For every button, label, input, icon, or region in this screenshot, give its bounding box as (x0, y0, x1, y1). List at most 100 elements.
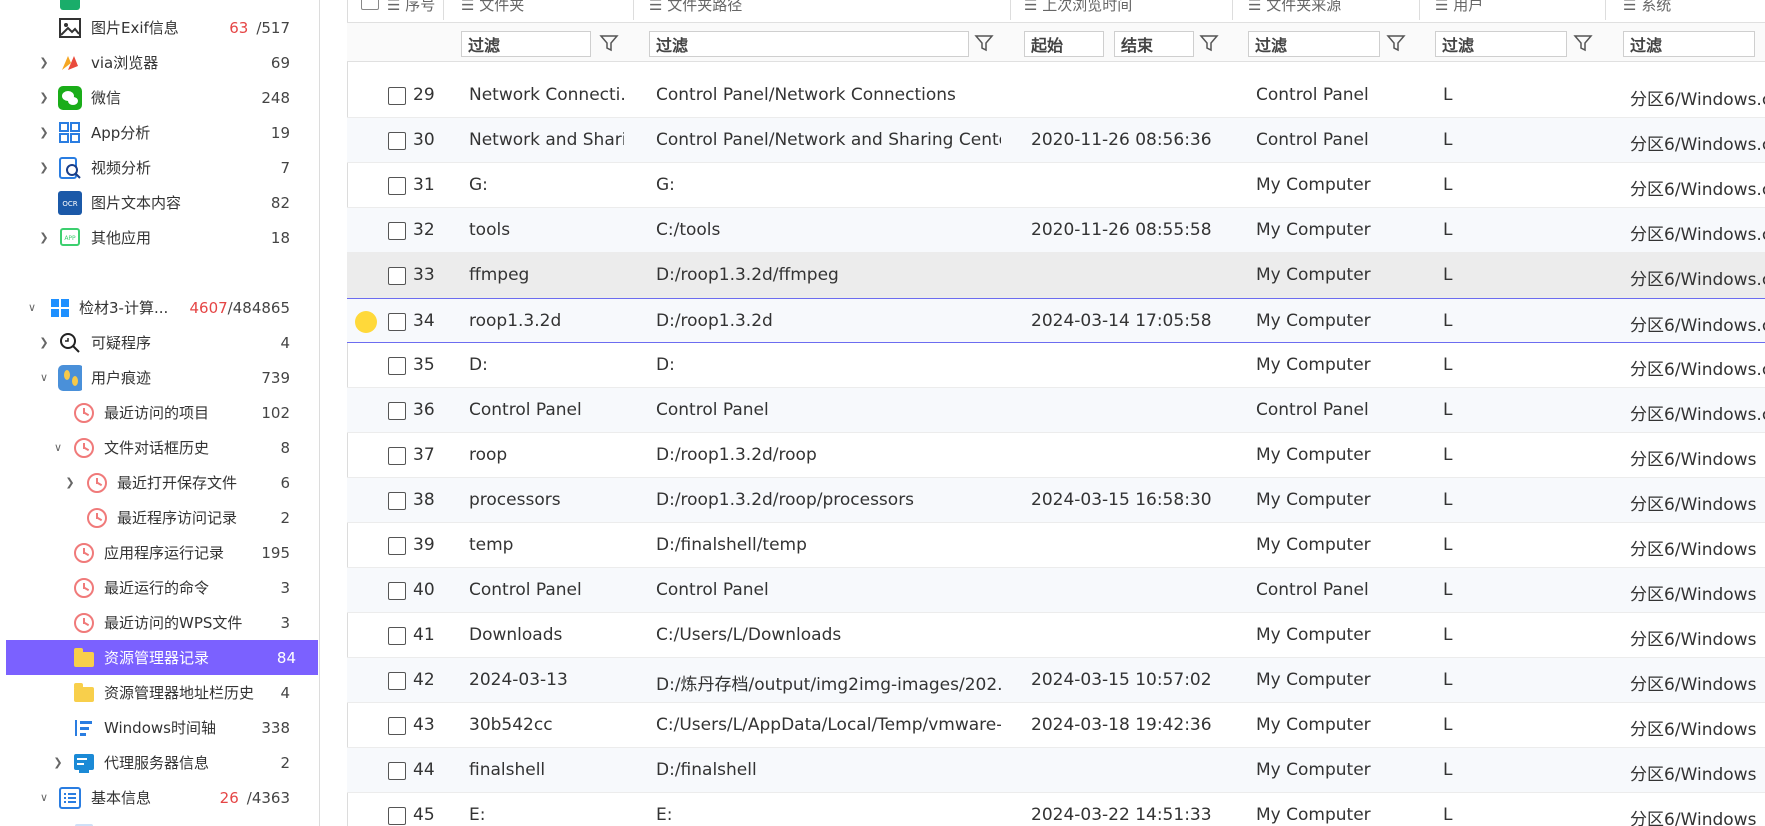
cell-system: 分区6/Windows (1630, 675, 1757, 695)
row-checkbox[interactable] (388, 447, 406, 465)
sidebar-item-image-text[interactable]: OCR 图片文本内容 82 (0, 185, 318, 220)
table-row[interactable]: 30 Network and Shari... Control Panel/Netw… (347, 118, 1765, 163)
sidebar-item-recent-program-access[interactable]: 最近程序访问记录 2 (0, 500, 318, 535)
chevron-right-icon[interactable]: ❯ (65, 476, 75, 489)
sidebar-item-recent-open-save[interactable]: ❯ 最近打开保存文件 6 (0, 465, 318, 500)
table-row[interactable]: 41 Downloads C:/Users/L/Downloads My Comput… (347, 613, 1765, 658)
column-header-folder[interactable]: ☰ 文件夹 (461, 0, 524, 15)
table-row[interactable]: 43 30b542cc C:/Users/L/AppData/Local/Temp/… (347, 703, 1765, 748)
sidebar-item-partial-bottom[interactable] (0, 815, 318, 826)
system-filter-input[interactable]: 过滤 (1623, 31, 1755, 57)
row-checkbox[interactable] (388, 402, 406, 420)
folder-filter-input[interactable]: 过滤 (461, 31, 591, 57)
select-all-checkbox[interactable] (361, 0, 379, 10)
row-checkbox[interactable] (388, 177, 406, 195)
sidebar-item-count: 84 (276, 648, 296, 667)
row-checkbox[interactable] (388, 762, 406, 780)
column-header-user[interactable]: ☰ 用户 (1435, 0, 1483, 15)
table-row[interactable]: 44 finalshell D:/finalshell My Computer L 分区6… (347, 748, 1765, 793)
sidebar-item-basic-info[interactable]: ∨ 基本信息 26/4363 (0, 780, 318, 815)
filter-icon[interactable] (974, 33, 994, 53)
sidebar-item-video-analysis[interactable]: ❯ 视频分析 7 (0, 150, 318, 185)
cell-path: C:/Users/L/Downloads (656, 625, 842, 645)
chevron-right-icon[interactable]: ❯ (39, 161, 49, 174)
chevron-down-icon[interactable]: ∨ (39, 791, 49, 804)
sidebar-item-app-analysis[interactable]: ❯ App分析 19 (0, 115, 318, 150)
user-filter-input[interactable]: 过滤 (1435, 31, 1567, 57)
cell-system: 分区6/Windows (1630, 585, 1757, 605)
source-filter-input[interactable]: 过滤 (1248, 31, 1380, 57)
filter-icon[interactable] (599, 33, 619, 53)
sidebar-item-recent-wps[interactable]: 最近访问的WPS文件 3 (0, 605, 318, 640)
row-checkbox[interactable] (388, 807, 406, 825)
column-header-path[interactable]: ☰ 文件夹路径 (649, 0, 742, 15)
chevron-right-icon[interactable]: ❯ (39, 56, 49, 69)
table-row[interactable]: 29 Network Connecti... Control Panel/Netwo… (347, 73, 1765, 118)
column-header-index[interactable]: ☰ 序号 (387, 0, 435, 15)
table-row[interactable]: 38 processors D:/roop1.3.2d/roop/processor… (347, 478, 1765, 523)
sidebar-item-recent-items[interactable]: 最近访问的项目 102 (0, 395, 318, 430)
row-checkbox[interactable] (388, 267, 406, 285)
cell-system: 分区6/Windows (1630, 720, 1757, 740)
chevron-right-icon[interactable]: ❯ (53, 756, 63, 769)
sidebar-item-suspicious-programs[interactable]: ❯ 可疑程序 4 (0, 325, 318, 360)
sidebar-item-count: 3 (280, 578, 290, 597)
sidebar-item-proxy-info[interactable]: ❯ 代理服务器信息 2 (0, 745, 318, 780)
table-row[interactable]: 39 temp D:/finalshell/temp My Computer L 分区6/… (347, 523, 1765, 568)
chevron-down-icon[interactable]: ∨ (27, 301, 37, 314)
sidebar-item-explorer-address-history[interactable]: 资源管理器地址栏历史 4 (0, 675, 318, 710)
row-checkbox[interactable] (388, 87, 406, 105)
row-checkbox[interactable] (388, 313, 406, 331)
sidebar-item-other-apps[interactable]: ❯ APP 其他应用 18 (0, 220, 318, 255)
sidebar-item-wechat[interactable]: ❯ 微信 248 (0, 80, 318, 115)
table-row[interactable]: 37 roop D:/roop1.3.2d/roop My Computer L 分区6/… (347, 433, 1765, 478)
column-header-time[interactable]: ☰ 上次浏览时间 (1024, 0, 1132, 15)
table-row[interactable]: 32 tools C:/tools 2020-11-26 08:55:58 My Com… (347, 208, 1765, 253)
row-checkbox[interactable] (388, 492, 406, 510)
chevron-right-icon[interactable]: ❯ (39, 126, 49, 139)
table-row[interactable]: 42 2024-03-13 D:/炼丹存档/output/img2img-image… (347, 658, 1765, 703)
filter-icon[interactable] (1386, 33, 1406, 53)
sidebar-item-explorer-records[interactable]: 资源管理器记录 84 (6, 640, 318, 675)
row-checkbox[interactable] (388, 717, 406, 735)
table-row[interactable]: 36 Control Panel Control Panel Control Pane… (347, 388, 1765, 433)
table-row[interactable]: 33 ffmpeg D:/roop1.3.2d/ffmpeg My Computer L… (347, 253, 1765, 298)
row-checkbox[interactable] (388, 222, 406, 240)
marker-dot-icon[interactable] (355, 311, 377, 333)
table-row[interactable]: 31 G: G: My Computer L 分区6/Windows.c (347, 163, 1765, 208)
time-end-input[interactable]: 结束 (1114, 31, 1194, 57)
row-checkbox[interactable] (388, 537, 406, 555)
path-filter-input[interactable]: 过滤 (649, 31, 969, 57)
row-checkbox[interactable] (388, 582, 406, 600)
chevron-right-icon[interactable]: ❯ (39, 231, 49, 244)
sidebar-item-user-traces[interactable]: ∨ 用户痕迹 739 (0, 360, 318, 395)
row-checkbox[interactable] (388, 132, 406, 150)
sidebar-item-recent-commands[interactable]: 最近运行的命令 3 (0, 570, 318, 605)
row-checkbox[interactable] (388, 627, 406, 645)
chevron-down-icon[interactable]: ∨ (53, 441, 63, 454)
cell-folder: Network and Shari... (469, 130, 624, 150)
sidebar-item-file-dialog-history[interactable]: ∨ 文件对话框历史 8 (0, 430, 318, 465)
chevron-right-icon[interactable]: ❯ (39, 91, 49, 104)
table-row[interactable]: 35 D: D: My Computer L 分区6/Windows.c (347, 343, 1765, 388)
time-start-input[interactable]: 起始 (1024, 31, 1104, 57)
sidebar-item-via-browser[interactable]: ❯ via浏览器 69 (0, 45, 318, 80)
filter-icon[interactable] (1573, 33, 1593, 53)
table-row[interactable]: 45 E: E: 2024-03-22 14:51:33 My Computer L 分区6… (347, 793, 1765, 826)
column-header-source[interactable]: ☰ 文件夹来源 (1248, 0, 1341, 15)
sidebar-item-evidence-3[interactable]: ∨ 检材3-计算... 4607/484865 (0, 290, 318, 325)
cell-folder: Control Panel (469, 400, 582, 420)
clock-icon (85, 471, 109, 495)
filter-icon[interactable] (1199, 33, 1219, 53)
sidebar-item-app-run-records[interactable]: 应用程序运行记录 195 (0, 535, 318, 570)
cell-source: My Computer (1256, 805, 1371, 825)
table-row[interactable]: 40 Control Panel Control Panel Control Pane… (347, 568, 1765, 613)
sidebar-item-windows-timeline[interactable]: Windows时间轴 338 (0, 710, 318, 745)
row-checkbox[interactable] (388, 672, 406, 690)
table-row[interactable]: 34 roop1.3.2d D:/roop1.3.2d 2024-03-14 17:0… (347, 298, 1765, 343)
row-checkbox[interactable] (388, 357, 406, 375)
column-header-system[interactable]: ☰ 系统 (1623, 0, 1671, 15)
chevron-right-icon[interactable]: ❯ (39, 336, 49, 349)
chevron-down-icon[interactable]: ∨ (39, 371, 49, 384)
sidebar-item-exif[interactable]: 图片Exif信息 63/517 (0, 10, 318, 45)
